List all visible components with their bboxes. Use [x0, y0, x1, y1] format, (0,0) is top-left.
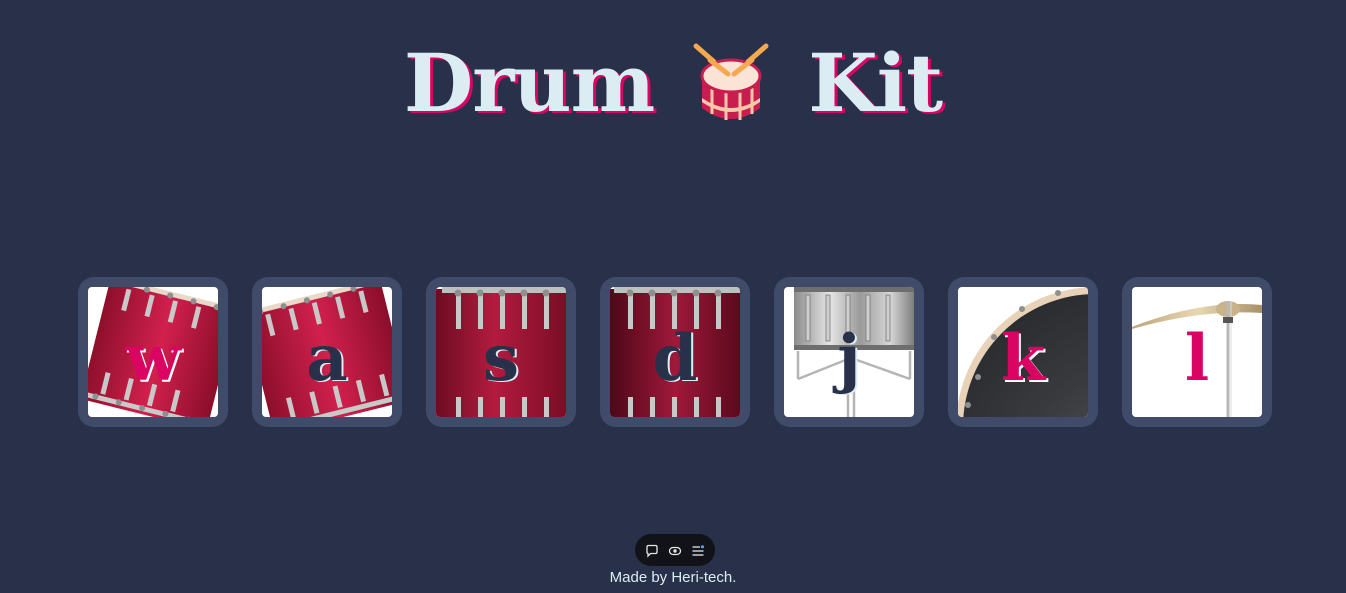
- drum-face: a: [262, 287, 392, 417]
- page-title: Drum Kit: [0, 38, 1346, 128]
- drum-face: j: [784, 287, 914, 417]
- key-label-w: w: [125, 320, 181, 396]
- key-label-d: d: [652, 320, 698, 396]
- drum-face: l: [1132, 287, 1262, 417]
- comment-icon[interactable]: [645, 543, 659, 558]
- key-label-s: s: [482, 320, 520, 396]
- drum-set: w a s d j k l: [78, 277, 1272, 427]
- eye-icon[interactable]: [668, 543, 682, 557]
- drum-icon: [693, 43, 769, 120]
- drum-face: d: [610, 287, 740, 417]
- drum-face: k: [958, 287, 1088, 417]
- title-drum: Drum: [403, 36, 655, 130]
- drum-button-j[interactable]: j: [774, 277, 924, 427]
- floating-toolbar: [635, 534, 715, 566]
- drum-button-d[interactable]: d: [600, 277, 750, 427]
- key-label-a: a: [306, 320, 348, 396]
- drum-button-k[interactable]: k: [948, 277, 1098, 427]
- menu-icon[interactable]: [691, 543, 705, 557]
- key-label-j: j: [837, 320, 861, 396]
- key-label-k: k: [1000, 320, 1046, 396]
- footer-credit: Made by Heri-tech.: [609, 569, 737, 586]
- drum-button-w[interactable]: w: [78, 277, 228, 427]
- drum-button-a[interactable]: a: [252, 277, 402, 427]
- title-kit: Kit: [808, 36, 943, 130]
- drum-button-s[interactable]: s: [426, 277, 576, 427]
- drum-face: s: [436, 287, 566, 417]
- key-label-l: l: [1184, 320, 1210, 396]
- drum-button-l[interactable]: l: [1122, 277, 1272, 427]
- drum-face: w: [88, 287, 218, 417]
